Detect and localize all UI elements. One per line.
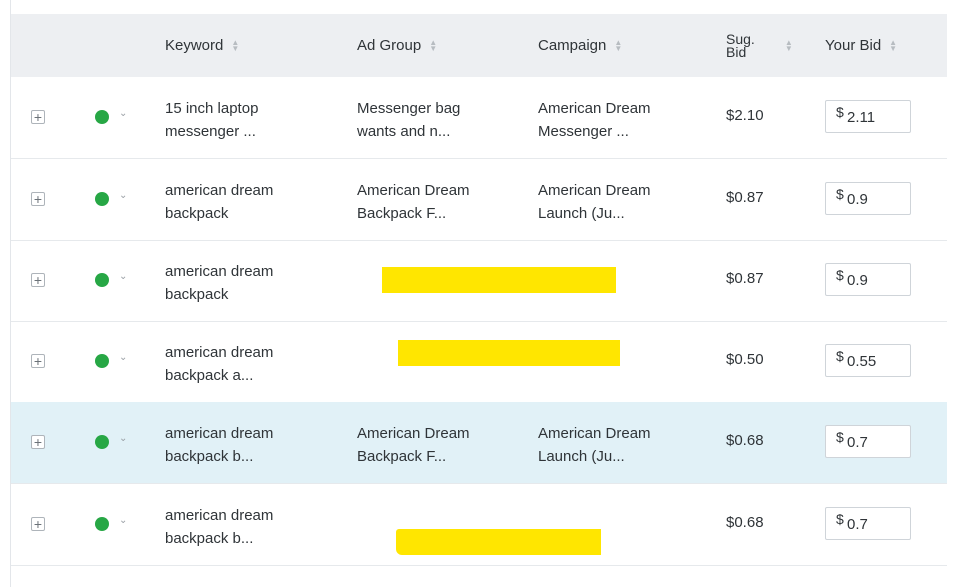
currency-symbol: $ — [836, 186, 844, 202]
bid-input[interactable]: $ 2.11 — [825, 100, 911, 133]
ad-group-cell[interactable]: American Dream Backpack F... — [357, 179, 507, 225]
chevron-down-icon[interactable]: ⌄ — [119, 108, 127, 119]
suggested-bid: $0.68 — [726, 432, 764, 449]
status-dot-icon[interactable] — [95, 110, 109, 124]
table-row: + ⌄ american dream backpack b... $0.68 $… — [11, 484, 947, 566]
column-header-campaign[interactable]: Campaign ▲ ▼ — [538, 14, 622, 77]
column-header-sug-bid[interactable]: Sug. Bid ▲ ▼ — [726, 14, 793, 77]
suggested-bid: $2.10 — [726, 107, 764, 124]
bid-value: 0.7 — [847, 516, 868, 533]
bid-value: 0.9 — [847, 272, 868, 289]
redaction-mark — [398, 340, 620, 366]
table-row: + ⌄ american dream backpack $0.87 $ 0.9 — [11, 240, 947, 322]
bid-value: 2.11 — [847, 109, 876, 126]
currency-symbol: $ — [836, 348, 844, 364]
status-dot-icon[interactable] — [95, 517, 109, 531]
suggested-bid: $0.68 — [726, 514, 764, 531]
keyword-cell: american dream backpack a... — [165, 344, 274, 384]
campaign-cell[interactable]: American Dream Launch (Ju... — [538, 179, 688, 225]
keyword-cell: american dream backpack — [165, 263, 274, 303]
bid-input[interactable]: $ 0.9 — [825, 263, 911, 296]
bid-input[interactable]: $ 0.7 — [825, 425, 911, 458]
bid-input[interactable]: $ 0.7 — [825, 507, 911, 540]
currency-symbol: $ — [836, 511, 844, 527]
sort-icon[interactable]: ▲ ▼ — [429, 38, 437, 52]
campaign-cell[interactable]: American Dream Messenger ... — [538, 97, 688, 143]
redaction-mark — [382, 267, 616, 293]
expand-icon[interactable]: + — [31, 273, 45, 287]
table-header: Keyword ▲ ▼ Ad Group ▲ ▼ Campaign ▲ ▼ Sug. … — [11, 14, 947, 77]
table-row: + ⌄ 15 inch laptop messenger ... Messeng… — [11, 77, 947, 159]
sort-icon[interactable]: ▲ ▼ — [889, 38, 897, 52]
bid-value: 0.9 — [847, 191, 868, 208]
currency-symbol: $ — [836, 104, 844, 120]
chevron-down-icon[interactable]: ⌄ — [119, 352, 127, 363]
expand-icon[interactable]: + — [31, 517, 45, 531]
suggested-bid: $0.87 — [726, 270, 764, 287]
bid-value: 0.7 — [847, 434, 868, 451]
keyword-cell: american dream backpack b... — [165, 507, 274, 547]
status-dot-icon[interactable] — [95, 435, 109, 449]
table-row: + ⌄ american dream backpack b... America… — [11, 402, 947, 484]
chevron-down-icon[interactable]: ⌄ — [119, 515, 127, 526]
status-dot-icon[interactable] — [95, 273, 109, 287]
bid-input[interactable]: $ 0.55 — [825, 344, 911, 377]
bid-input[interactable]: $ 0.9 — [825, 182, 911, 215]
bid-value: 0.55 — [847, 353, 877, 370]
suggested-bid: $0.50 — [726, 351, 764, 368]
column-header-ad-group[interactable]: Ad Group ▲ ▼ — [357, 14, 437, 77]
currency-symbol: $ — [836, 267, 844, 283]
redaction-mark — [396, 529, 601, 555]
sort-icon[interactable]: ▲ ▼ — [231, 38, 239, 52]
chevron-down-icon[interactable]: ⌄ — [119, 433, 127, 444]
table-row: + ⌄ american dream backpack American Dre… — [11, 159, 947, 241]
column-header-your-bid[interactable]: Your Bid ▲ ▼ — [825, 14, 897, 77]
ad-group-cell[interactable]: Messenger bag wants and n... — [357, 97, 507, 143]
status-dot-icon[interactable] — [95, 354, 109, 368]
table-row: + ⌄ american dream backpack a... $0.50 $… — [11, 321, 947, 403]
currency-symbol: $ — [836, 429, 844, 445]
expand-icon[interactable]: + — [31, 354, 45, 368]
keywords-table: Keyword ▲ ▼ Ad Group ▲ ▼ Campaign ▲ ▼ Sug. … — [10, 0, 947, 587]
expand-icon[interactable]: + — [31, 435, 45, 449]
keyword-cell: american dream backpack — [165, 182, 274, 222]
status-dot-icon[interactable] — [95, 192, 109, 206]
chevron-down-icon[interactable]: ⌄ — [119, 271, 127, 282]
keyword-cell: american dream backpack b... — [165, 425, 274, 465]
expand-icon[interactable]: + — [31, 110, 45, 124]
suggested-bid: $0.87 — [726, 189, 764, 206]
column-header-keyword[interactable]: Keyword ▲ ▼ — [165, 14, 239, 77]
ad-group-cell[interactable]: American Dream Backpack F... — [357, 422, 507, 468]
expand-icon[interactable]: + — [31, 192, 45, 206]
chevron-down-icon[interactable]: ⌄ — [119, 190, 127, 201]
sort-icon[interactable]: ▲ ▼ — [614, 38, 622, 52]
campaign-cell[interactable]: American Dream Launch (Ju... — [538, 422, 688, 468]
keyword-cell: 15 inch laptop messenger ... — [165, 100, 259, 140]
sort-icon[interactable]: ▲ ▼ — [785, 38, 793, 52]
